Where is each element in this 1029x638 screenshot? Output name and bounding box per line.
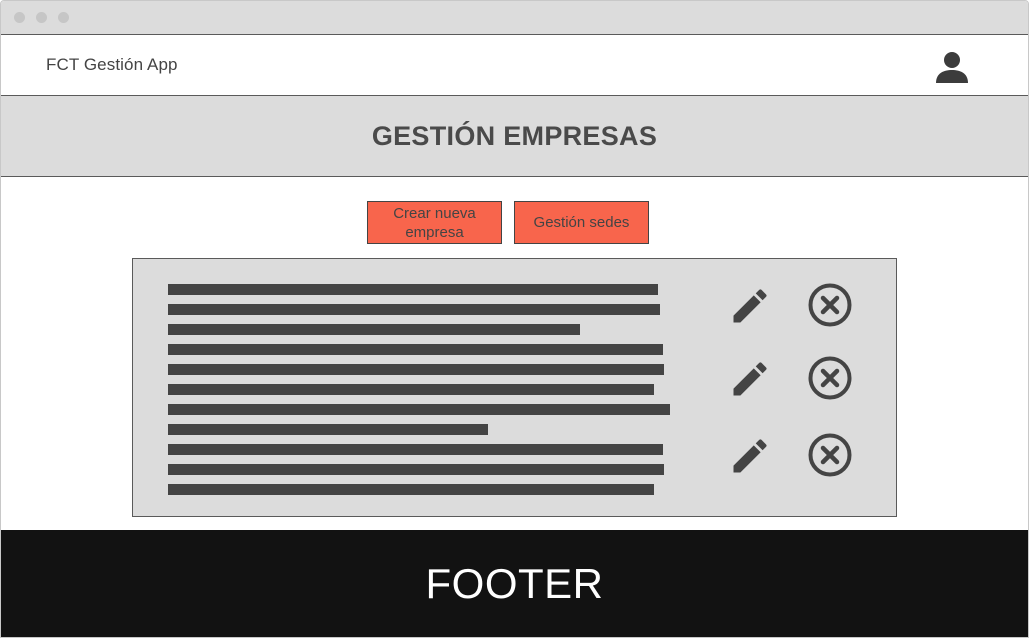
page-footer: FOOTER <box>1 530 1028 637</box>
browser-window: FCT Gestión App GESTIÓN EMPRESAS Crear n… <box>0 0 1029 638</box>
app-header: FCT Gestión App <box>1 35 1028 96</box>
pencil-icon[interactable] <box>728 357 772 401</box>
circle-x-icon[interactable] <box>807 355 853 401</box>
circle-x-icon[interactable] <box>807 282 853 328</box>
create-company-button[interactable]: Crear nueva empresa <box>367 201 502 244</box>
window-dot[interactable] <box>58 12 69 23</box>
text-placeholder-line <box>168 304 660 315</box>
app-title[interactable]: FCT Gestión App <box>46 55 178 75</box>
pencil-icon[interactable] <box>728 434 772 478</box>
text-placeholder-line <box>168 384 654 395</box>
text-placeholder-line <box>168 344 663 355</box>
circle-x-icon[interactable] <box>807 432 853 478</box>
page-banner: GESTIÓN EMPRESAS <box>1 96 1028 177</box>
text-placeholder-line <box>168 484 654 495</box>
window-dot[interactable] <box>36 12 47 23</box>
company-list-panel <box>132 258 897 517</box>
user-icon[interactable] <box>934 49 970 85</box>
footer-text: FOOTER <box>425 559 604 607</box>
text-placeholder-line <box>168 464 664 475</box>
text-placeholder-line <box>168 324 580 335</box>
text-placeholder-line <box>168 364 664 375</box>
text-placeholder-line <box>168 404 670 415</box>
page-title: GESTIÓN EMPRESAS <box>371 120 658 151</box>
window-titlebar <box>1 1 1028 35</box>
window-dot[interactable] <box>14 12 25 23</box>
text-placeholder-line <box>168 424 488 435</box>
pencil-icon[interactable] <box>728 284 772 328</box>
text-placeholder-line <box>168 444 663 455</box>
text-placeholder-line <box>168 284 658 295</box>
manage-sedes-button[interactable]: Gestión sedes <box>514 201 649 244</box>
